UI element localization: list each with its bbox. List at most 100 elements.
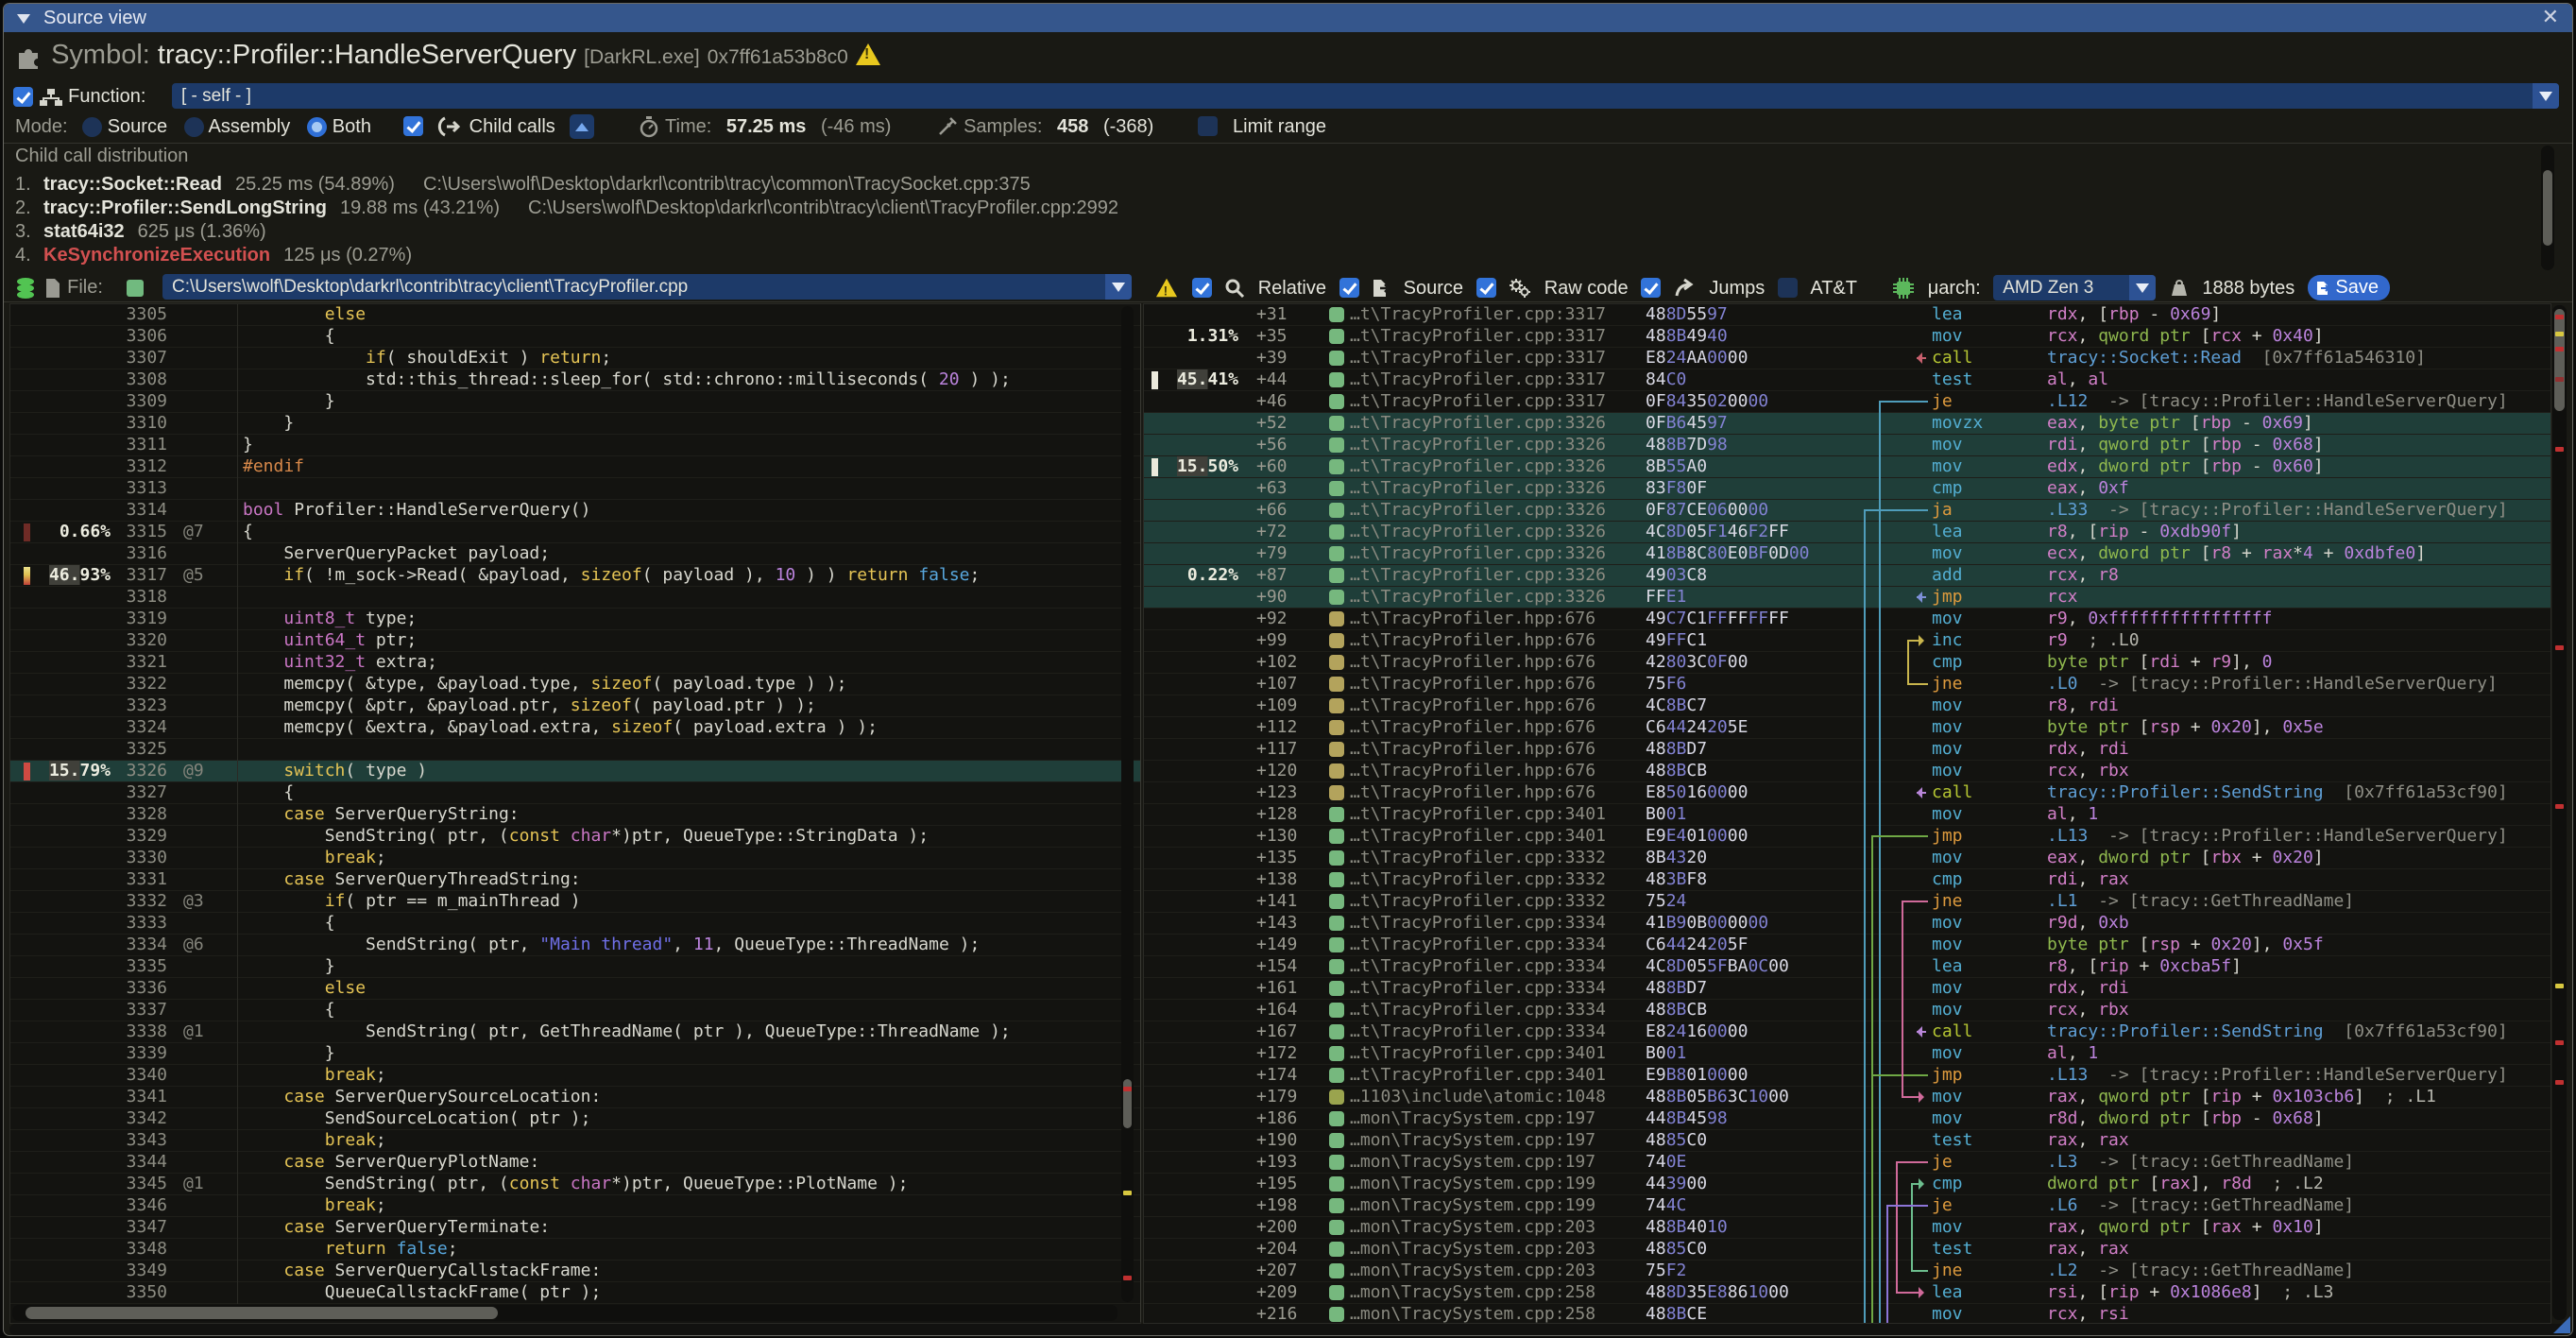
asm-row[interactable]: +63…t\TracyProfiler.cpp:332683F80Fcmpeax… xyxy=(1144,478,2550,500)
asm-row[interactable]: +179…1103\include\atomic:1048488B05B63C1… xyxy=(1144,1087,2550,1108)
save-button[interactable]: Save xyxy=(2308,275,2390,300)
source-line[interactable]: 3321 uint32_t extra; xyxy=(10,652,1140,674)
source-line[interactable]: 3316 ServerQueryPacket payload; xyxy=(10,543,1140,565)
asm-row[interactable]: +72…t\TracyProfiler.cpp:33264C8D05F146F2… xyxy=(1144,522,2550,543)
resize-grip[interactable] xyxy=(2553,1316,2570,1333)
source-line[interactable]: 3339 } xyxy=(10,1043,1140,1065)
source-line[interactable]: 3348 return false; xyxy=(10,1239,1140,1261)
source-line[interactable]: 3349 case ServerQueryCallstackFrame: xyxy=(10,1261,1140,1282)
source-line[interactable]: 3345@1 SendString( ptr, (const char*)ptr… xyxy=(10,1174,1140,1195)
asm-row[interactable]: +46…t\TracyProfiler.cpp:33170F8435020000… xyxy=(1144,391,2550,413)
source-line[interactable]: 15.79%3326@9 switch( type ) xyxy=(10,761,1140,782)
file-combo-arrow-icon[interactable] xyxy=(1105,274,1132,300)
source-line[interactable]: 3325 xyxy=(10,739,1140,761)
raw-code-checkbox[interactable] xyxy=(1476,278,1496,298)
source-pane[interactable]: 3305 else3306 {3307 if( shouldExit ) ret… xyxy=(9,303,1141,1324)
source-line[interactable]: 3340 break; xyxy=(10,1065,1140,1087)
pane-divider[interactable] xyxy=(1140,303,1141,1322)
asm-row[interactable]: 15.50%+60…t\TracyProfiler.cpp:33268B55A0… xyxy=(1144,456,2550,478)
asm-row[interactable]: +56…t\TracyProfiler.cpp:3326488B7D98movr… xyxy=(1144,435,2550,456)
function-combo-arrow-icon[interactable] xyxy=(2533,83,2559,109)
asm-row[interactable]: +79…t\TracyProfiler.cpp:3326418B8C80E0BF… xyxy=(1144,543,2550,565)
asm-row[interactable]: +172…t\TracyProfiler.cpp:3401B001moval, … xyxy=(1144,1043,2550,1065)
child-calls-checkbox[interactable] xyxy=(403,116,423,136)
asm-row[interactable]: +120…t\TracyProfiler.hpp:676488BCBmovrcx… xyxy=(1144,761,2550,782)
asm-row[interactable]: +195…mon\TracySystem.cpp:199443900cmpdwo… xyxy=(1144,1174,2550,1195)
function-combo[interactable]: [ - self - ] xyxy=(172,83,2559,109)
asm-row[interactable]: +112…t\TracyProfiler.hpp:676C64424205Emo… xyxy=(1144,717,2550,739)
source-line[interactable]: 3331 case ServerQueryThreadString: xyxy=(10,869,1140,891)
asm-row[interactable]: +198…mon\TracySystem.cpp:199744Cje.L6 ->… xyxy=(1144,1195,2550,1217)
jumps-checkbox[interactable] xyxy=(1641,278,1661,298)
asm-row[interactable]: +109…t\TracyProfiler.hpp:6764C8BC7movr8,… xyxy=(1144,695,2550,717)
source-line[interactable]: 3346 break; xyxy=(10,1195,1140,1217)
asm-row[interactable]: +66…t\TracyProfiler.cpp:33260F87CE060000… xyxy=(1144,500,2550,522)
source-line[interactable]: 3308 std::this_thread::sleep_for( std::c… xyxy=(10,369,1140,391)
asm-row[interactable]: +143…t\TracyProfiler.cpp:333441B90B00000… xyxy=(1144,913,2550,935)
collapse-arrow-icon[interactable] xyxy=(17,14,30,24)
source-line[interactable]: 3347 case ServerQueryTerminate: xyxy=(10,1217,1140,1239)
source-line[interactable]: 3341 case ServerQuerySourceLocation: xyxy=(10,1087,1140,1108)
source-line[interactable]: 3333 { xyxy=(10,913,1140,935)
child-call-entry[interactable]: 1.tracy::Socket::Read25.25 ms (54.89%)C:… xyxy=(15,174,1031,196)
source-line[interactable]: 3329 SendString( ptr, (const char*)ptr, … xyxy=(10,826,1140,848)
asm-row[interactable]: +200…mon\TracySystem.cpp:203488B4010movr… xyxy=(1144,1217,2550,1239)
mode-radio-both[interactable] xyxy=(307,117,327,137)
uarch-combo[interactable]: AMD Zen 3 xyxy=(1993,275,2156,300)
att-checkbox[interactable] xyxy=(1778,278,1798,298)
asm-row[interactable]: +167…t\TracyProfiler.cpp:3334E824160000c… xyxy=(1144,1021,2550,1043)
asm-row[interactable]: +117…t\TracyProfiler.hpp:676488BD7movrdx… xyxy=(1144,739,2550,761)
source-line[interactable]: 46.93%3317@5 if( !m_sock->Read( &payload… xyxy=(10,565,1140,587)
close-icon[interactable]: ✕ xyxy=(2542,4,2559,30)
source-line[interactable]: 3307 if( shouldExit ) return; xyxy=(10,348,1140,369)
source-line[interactable]: 3305 else xyxy=(10,304,1140,326)
asm-row[interactable]: +209…mon\TracySystem.cpp:258488D35E88610… xyxy=(1144,1282,2550,1304)
source-line[interactable]: 3323 memcpy( &ptr, &payload.ptr, sizeof(… xyxy=(10,695,1140,717)
source-line[interactable]: 3330 break; xyxy=(10,848,1140,869)
source-line[interactable]: 3342 SendSourceLocation( ptr ); xyxy=(10,1108,1140,1130)
asm-row[interactable]: +141…t\TracyProfiler.cpp:33327524jne.L1 … xyxy=(1144,891,2550,913)
source-line[interactable]: 3319 uint8_t type; xyxy=(10,609,1140,630)
collapse-distribution-button[interactable] xyxy=(570,114,594,139)
asm-row[interactable]: +207…mon\TracySystem.cpp:20375F2jne.L2 -… xyxy=(1144,1261,2550,1282)
asm-row[interactable]: +39…t\TracyProfiler.cpp:3317E824AA0000ca… xyxy=(1144,348,2550,369)
asm-row[interactable]: +107…t\TracyProfiler.hpp:67675F6jne.L0 -… xyxy=(1144,674,2550,695)
source-line[interactable]: 3327 { xyxy=(10,782,1140,804)
asm-row[interactable]: +190…mon\TracySystem.cpp:1974885C0testra… xyxy=(1144,1130,2550,1152)
source-line[interactable]: 3313 xyxy=(10,478,1140,500)
function-checkbox[interactable] xyxy=(13,87,33,107)
asm-row[interactable]: +31…t\TracyProfiler.cpp:3317488D5597lear… xyxy=(1144,304,2550,326)
asm-row[interactable]: +186…mon\TracySystem.cpp:197448B4598movr… xyxy=(1144,1108,2550,1130)
asm-row[interactable]: +154…t\TracyProfiler.cpp:33344C8D055FBA0… xyxy=(1144,956,2550,978)
source-line[interactable]: 3337 { xyxy=(10,1000,1140,1021)
child-call-entry[interactable]: 2.tracy::Profiler::SendLongString19.88 m… xyxy=(15,197,1118,219)
asm-row[interactable]: +164…t\TracyProfiler.cpp:3334488BCBmovrc… xyxy=(1144,1000,2550,1021)
source-line[interactable]: 3336 else xyxy=(10,978,1140,1000)
asm-row[interactable]: +216…mon\TracySystem.cpp:258488BCEmovrcx… xyxy=(1144,1304,2550,1324)
asm-row[interactable]: +204…mon\TracySystem.cpp:2034885C0testra… xyxy=(1144,1239,2550,1261)
assembly-pane[interactable]: +31…t\TracyProfiler.cpp:3317488D5597lear… xyxy=(1143,303,2551,1324)
asm-row[interactable]: 1.31%+35…t\TracyProfiler.cpp:3317488B494… xyxy=(1144,326,2550,348)
file-combo[interactable]: C:\Users\wolf\Desktop\darkrl\contrib\tra… xyxy=(162,274,1132,300)
source-line[interactable]: 3312#endif xyxy=(10,456,1140,478)
asm-row[interactable]: +149…t\TracyProfiler.cpp:3334C64424205Fm… xyxy=(1144,935,2550,956)
child-calls-scroll-thumb[interactable] xyxy=(2543,170,2552,246)
asm-row[interactable]: +174…t\TracyProfiler.cpp:3401E9B8010000j… xyxy=(1144,1065,2550,1087)
assembly-vscrollbar[interactable] xyxy=(2552,305,2567,1320)
asm-row[interactable]: +128…t\TracyProfiler.cpp:3401B001moval, … xyxy=(1144,804,2550,826)
bottom-scroll-strip[interactable] xyxy=(9,1324,2567,1335)
relative-checkbox[interactable] xyxy=(1192,278,1212,298)
source-line[interactable]: 3311} xyxy=(10,435,1140,456)
source-line[interactable]: 3344 case ServerQueryPlotName: xyxy=(10,1152,1140,1174)
source-line[interactable]: 3322 memcpy( &type, &payload.type, sizeo… xyxy=(10,674,1140,695)
asm-row[interactable]: +138…t\TracyProfiler.cpp:3332483BF8cmprd… xyxy=(1144,869,2550,891)
child-call-entry[interactable]: 3.stat64i32625 μs (1.36%) xyxy=(15,221,266,243)
source-line[interactable]: 3343 break; xyxy=(10,1130,1140,1152)
source-hscroll-thumb[interactable] xyxy=(26,1307,498,1319)
child-call-entry[interactable]: 4.KeSynchronizeExecution125 μs (0.27%) xyxy=(15,245,412,266)
source-line[interactable]: 3310 } xyxy=(10,413,1140,435)
asm-row[interactable]: +130…t\TracyProfiler.cpp:3401E9E4010000j… xyxy=(1144,826,2550,848)
mode-radio-source[interactable] xyxy=(82,117,102,137)
source-hscrollbar[interactable] xyxy=(12,1305,1117,1321)
source-line[interactable]: 3320 uint64_t ptr; xyxy=(10,630,1140,652)
